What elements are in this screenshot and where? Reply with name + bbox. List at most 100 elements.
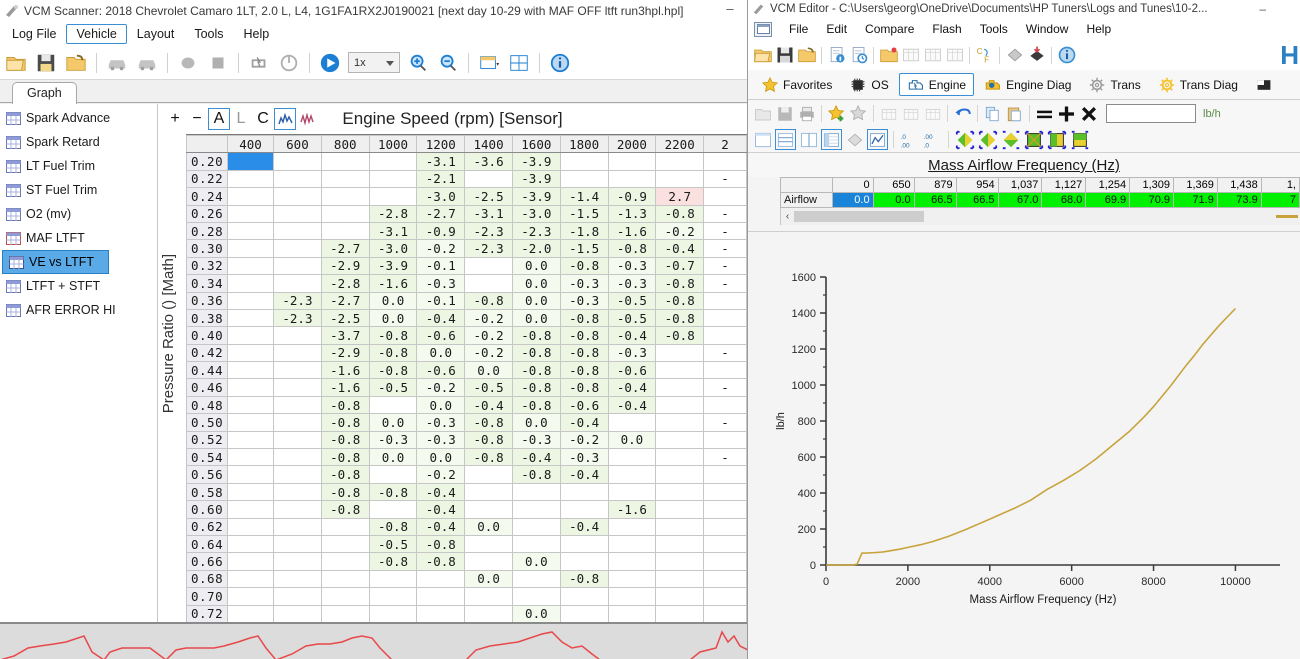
table-cell[interactable]: -0.8 xyxy=(511,343,561,363)
ve-vs-ltft-table[interactable]: 400 600 800 1000 1200 1400 1600 1800 200… xyxy=(186,135,747,623)
table-cell[interactable]: -1.6 xyxy=(368,274,418,293)
table-cell[interactable] xyxy=(273,604,322,623)
open-tune-icon[interactable] xyxy=(878,45,899,66)
col-header[interactable]: 2 xyxy=(703,135,747,154)
table-cell[interactable] xyxy=(226,274,275,293)
scroll-thumb[interactable] xyxy=(794,211,924,222)
table-cell[interactable] xyxy=(273,169,322,189)
table-cell[interactable] xyxy=(703,395,747,415)
view-single-icon[interactable] xyxy=(752,129,773,150)
col-header[interactable]: 2200 xyxy=(655,135,705,154)
table-cell[interactable]: -1.6 xyxy=(320,361,370,380)
table-cell[interactable]: -3.0 xyxy=(511,204,561,223)
table-cell[interactable]: - xyxy=(703,221,747,241)
open-icon[interactable] xyxy=(752,103,773,124)
table-cell[interactable]: -0.2 xyxy=(416,465,466,484)
table-cell[interactable]: -0.3 xyxy=(416,413,466,432)
tab-trans-diag[interactable]: Trans Diag xyxy=(1151,73,1246,97)
table-cell[interactable] xyxy=(320,187,370,206)
table-cell[interactable]: -0.4 xyxy=(607,378,657,397)
table-cell[interactable] xyxy=(226,604,275,623)
table-cell[interactable] xyxy=(226,395,275,415)
ve-table-wrapper[interactable]: 400 600 800 1000 1200 1400 1600 1800 200… xyxy=(186,134,747,637)
table-cell[interactable] xyxy=(559,152,609,171)
table-cell[interactable] xyxy=(655,430,705,450)
table-cell[interactable]: 0.0 xyxy=(368,291,418,310)
table-cell[interactable] xyxy=(226,500,275,519)
table-cell[interactable]: -3.1 xyxy=(416,152,466,171)
table-cell[interactable] xyxy=(368,587,418,606)
row-header[interactable]: 0.34 xyxy=(186,274,228,293)
table-cell[interactable] xyxy=(273,256,322,276)
table-cell[interactable] xyxy=(464,169,513,189)
table-cell[interactable] xyxy=(368,465,418,484)
equals-icon[interactable] xyxy=(1034,103,1055,124)
table-cell[interactable] xyxy=(703,587,747,606)
table-cell[interactable] xyxy=(511,534,561,554)
maf-col-header[interactable]: 879 xyxy=(913,177,957,193)
table-cell[interactable]: -0.4 xyxy=(464,395,513,415)
table-cell[interactable] xyxy=(273,569,322,589)
table-cell[interactable] xyxy=(320,221,370,241)
menu-tools[interactable]: Tools xyxy=(184,24,233,44)
table-cell[interactable] xyxy=(226,569,275,589)
flash-write-icon[interactable] xyxy=(1026,45,1047,66)
table-cell[interactable] xyxy=(226,361,275,380)
table-grid-3-icon[interactable] xyxy=(944,45,965,66)
table-cell[interactable] xyxy=(703,308,747,328)
menu-help[interactable]: Help xyxy=(234,24,280,44)
save-icon[interactable] xyxy=(774,103,795,124)
table-cell[interactable]: -1.6 xyxy=(607,221,657,241)
tab-trans[interactable]: Trans xyxy=(1081,73,1148,97)
gradient-right-icon[interactable] xyxy=(977,129,998,150)
table-cell[interactable]: -0.8 xyxy=(559,343,609,363)
stop-icon[interactable] xyxy=(204,49,232,77)
table-cell[interactable]: -0.1 xyxy=(416,256,466,276)
sidebar-item-st-fuel-trim[interactable]: ST Fuel Trim xyxy=(0,178,157,202)
undo-icon[interactable] xyxy=(952,103,973,124)
row-header[interactable]: 0.56 xyxy=(186,465,228,484)
table-cell[interactable]: -0.8 xyxy=(464,291,513,310)
table-cell[interactable]: -3.6 xyxy=(464,152,513,171)
table-cell[interactable] xyxy=(655,482,705,502)
table-cell[interactable] xyxy=(511,587,561,606)
col-header[interactable]: 400 xyxy=(226,135,275,154)
table-cell[interactable]: -3.9 xyxy=(511,152,561,171)
maf-cell[interactable]: 70.9 xyxy=(1129,192,1174,208)
vehicle-disconnect-icon[interactable] xyxy=(133,49,161,77)
table-cell[interactable] xyxy=(226,343,275,363)
table-cell[interactable] xyxy=(607,448,657,467)
table-cell[interactable] xyxy=(703,552,747,571)
table-cell[interactable] xyxy=(226,465,275,484)
table-cell[interactable]: -0.8 xyxy=(559,378,609,397)
table-cell[interactable] xyxy=(655,604,705,623)
table-cell[interactable] xyxy=(655,413,705,432)
table-cell[interactable]: -2.7 xyxy=(416,204,466,223)
table-cell[interactable]: - xyxy=(703,343,747,363)
editor-menu-help[interactable]: Help xyxy=(1077,20,1120,38)
table-cell[interactable] xyxy=(226,187,275,206)
table-cell[interactable] xyxy=(607,604,657,623)
histogram-view-icon[interactable] xyxy=(274,108,296,130)
table-cell[interactable] xyxy=(273,221,322,241)
table-cell[interactable]: -3.1 xyxy=(368,221,418,241)
table-cell[interactable] xyxy=(226,204,275,223)
table-cell[interactable]: 0.0 xyxy=(368,308,418,328)
maf-col-header[interactable]: 1,254 xyxy=(1085,177,1131,193)
tab-overflow[interactable] xyxy=(1248,73,1280,97)
table-cell[interactable]: -0.3 xyxy=(368,430,418,450)
table-cell[interactable]: -0.8 xyxy=(464,413,513,432)
plus-icon[interactable] xyxy=(1056,103,1077,124)
table-cell[interactable] xyxy=(464,552,513,571)
gradient-left-icon[interactable] xyxy=(954,129,975,150)
table-cell[interactable] xyxy=(368,152,418,171)
row-header[interactable]: 0.26 xyxy=(186,204,228,223)
table-cell[interactable]: -1.6 xyxy=(320,378,370,397)
table-cell[interactable] xyxy=(226,430,275,450)
table-cell[interactable]: -0.6 xyxy=(416,361,466,380)
table-cell[interactable] xyxy=(703,361,747,380)
table-cell[interactable]: - xyxy=(703,169,747,189)
table-cell[interactable]: 2.7 xyxy=(655,187,705,206)
table-cell[interactable]: -0.2 xyxy=(416,239,466,258)
table-cell[interactable] xyxy=(416,587,466,606)
